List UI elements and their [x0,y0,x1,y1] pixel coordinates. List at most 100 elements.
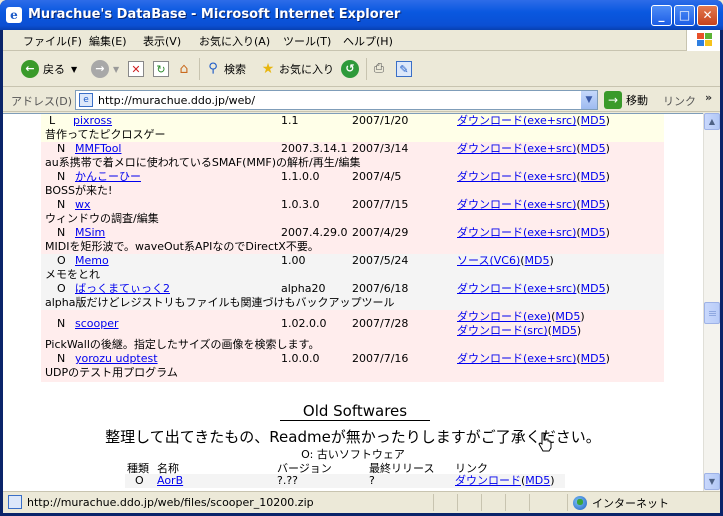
back-arrow-icon: ← [21,60,39,78]
page-content: L pixross 1.1 2007/1/20 ダウンロード(exe+src)(… [3,113,703,491]
scroll-down-icon[interactable]: ▼ [704,473,720,490]
ie-logo-icon: e [6,7,22,23]
software-link[interactable]: Memo [75,254,109,268]
download-link[interactable]: ダウンロード(exe+src) [457,142,576,155]
scroll-up-icon[interactable]: ▲ [704,113,720,130]
download-link[interactable]: ダウンロード [455,474,521,487]
home-icon: ⌂ [179,61,189,77]
refresh-button[interactable]: ↻ [153,58,169,80]
print-button[interactable]: ⎙ [371,58,387,80]
md5-link[interactable]: MD5 [581,198,606,211]
chevron-down-icon[interactable]: ▼ [71,65,77,74]
vertical-scrollbar[interactable]: ▲ ▼ [703,113,720,491]
back-button[interactable]: ← 戻る ▼ [21,58,77,80]
printer-icon: ⎙ [373,61,385,76]
md5-link[interactable]: MD5 [555,310,580,323]
source-link[interactable]: ソース(VC6) [457,254,520,267]
table-row: N yorozu udptest 1.0.0.0 2007/7/16 ダウンロー… [41,352,664,366]
md5-link[interactable]: MD5 [552,324,577,337]
menu-view[interactable]: 表示(V) [143,33,181,49]
table-row: O Memo 1.00 2007/5/24 ソース(VC6)(MD5) [41,254,664,268]
md5-link[interactable]: MD5 [581,282,606,295]
stop-icon: ✕ [128,61,144,77]
minimize-button[interactable]: _ [651,5,672,26]
go-button[interactable]: → 移動 [604,91,648,109]
table-row: O ばっくまてぃっく2 alpha20 2007/6/18 ダウンロード(exe… [41,282,664,296]
status-bar: http://murachue.ddo.jp/web/files/scooper… [3,491,720,513]
address-input[interactable]: e http://murachue.ddo.jp/web/ ▼ [75,90,598,110]
table-row: N MMFTool 2007.3.14.1 2007/3/14 ダウンロード(e… [41,142,664,156]
forward-button[interactable]: → ▼ [91,58,119,80]
favorites-button[interactable]: ★ お気に入り [260,58,334,80]
chevron-down-icon[interactable]: ▼ [113,65,119,74]
section-description: 整理して出てきたもの、Readmeが無かったりしますがご了承ください。 [105,428,601,446]
page-icon: e [79,93,93,107]
browser-frame: ファイル(F) 編集(E) 表示(V) お気に入り(A) ツール(T) ヘルプ(… [3,30,720,513]
md5-link[interactable]: MD5 [581,352,606,365]
md5-link[interactable]: MD5 [525,254,550,267]
table-row-desc: PickWallの後継。指定したサイズの画像を検索します。 [41,338,664,352]
refresh-icon: ↻ [153,61,169,77]
download-link[interactable]: ダウンロード(exe+src) [457,170,576,183]
menu-edit[interactable]: 編集(E) [89,33,127,49]
go-arrow-icon: → [604,91,622,109]
menu-tools[interactable]: ツール(T) [283,33,331,49]
download-link[interactable]: ダウンロード(exe+src) [457,114,576,127]
software-link[interactable]: AorB [157,474,183,488]
section-title: Old Softwares [280,402,430,421]
software-link[interactable]: scooper [75,317,119,331]
address-dropdown-chevron-icon[interactable]: ▼ [581,91,597,109]
download-src-link[interactable]: ダウンロード(src) [457,324,548,337]
download-link[interactable]: ダウンロード(exe+src) [457,198,576,211]
software-link[interactable]: yorozu udptest [75,352,158,366]
menu-help[interactable]: ヘルプ(H) [343,33,393,49]
table-row-desc: ウィンドウの調査/編集 [41,212,664,226]
table-row-desc: UDPのテスト用プログラム [41,366,664,382]
menu-file[interactable]: ファイル(F) [23,33,82,49]
scroll-thumb[interactable] [704,302,720,324]
status-divider [529,494,530,511]
status-divider [457,494,458,511]
table-row: N wx 1.0.3.0 2007/7/15 ダウンロード(exe+src)(M… [41,198,664,212]
edit-button[interactable]: ✎ [396,58,412,80]
home-button[interactable]: ⌂ [176,58,192,80]
software-link[interactable]: MMFTool [75,142,121,156]
stop-button[interactable]: ✕ [128,58,144,80]
search-icon: ⚲ [208,61,218,76]
software-link[interactable]: ばっくまてぃっく2 [75,282,170,296]
status-divider [481,494,482,511]
links-label[interactable]: リンク [663,93,696,109]
download-link[interactable]: ダウンロード(exe+src) [457,282,576,295]
md5-link[interactable]: MD5 [581,226,606,239]
md5-link[interactable]: MD5 [581,114,606,127]
software-link[interactable]: pixross [73,114,112,128]
toolbar-separator [366,58,367,80]
search-button[interactable]: ⚲ 検索 [205,58,246,80]
address-url[interactable]: http://murachue.ddo.jp/web/ [98,94,255,107]
download-link[interactable]: ダウンロード(exe+src) [457,226,576,239]
links-chevron-icon[interactable]: » [705,91,712,104]
standard-toolbar: ← 戻る ▼ → ▼ ✕ ↻ ⌂ ⚲ 検索 ★ お気に入り ↺ ⎙ ✎ [3,52,720,87]
close-button[interactable]: ✕ [697,5,718,26]
software-link[interactable]: MSim [75,226,105,240]
software-link[interactable]: かんこーひー [75,170,141,184]
software-link[interactable]: wx [75,198,91,212]
md5-link[interactable]: MD5 [581,170,606,183]
menu-favorites[interactable]: お気に入り(A) [199,33,270,49]
md5-link[interactable]: MD5 [525,474,550,487]
menu-bar: ファイル(F) 編集(E) 表示(V) お気に入り(A) ツール(T) ヘルプ(… [3,30,720,51]
status-divider [433,494,434,511]
forward-arrow-icon: → [91,60,109,78]
table-row: O AorB ?.?? ? ダウンロード(MD5) [125,474,565,488]
table-row-desc: alpha版だけどレジストリもファイルも関連づけもバックアップツール [41,296,664,310]
title-bar[interactable]: e Murachue's DataBase - Microsoft Intern… [0,0,723,30]
history-button[interactable]: ↺ [341,58,359,80]
download-exe-link[interactable]: ダウンロード(exe) [457,310,551,323]
table-row-desc: au系携帯で着メロに使われているSMAF(MMF)の解析/再生/編集 [41,156,664,170]
status-divider [505,494,506,511]
table-row: N MSim 2007.4.29.0 2007/4/29 ダウンロード(exe+… [41,226,664,240]
md5-link[interactable]: MD5 [581,142,606,155]
download-link[interactable]: ダウンロード(exe+src) [457,352,576,365]
address-bar: アドレス(D) e http://murachue.ddo.jp/web/ ▼ … [3,88,720,112]
maximize-button[interactable]: □ [674,5,695,26]
